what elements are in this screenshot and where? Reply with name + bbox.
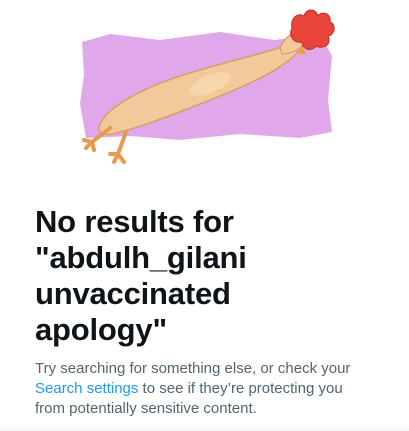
heading-line: apology" [35, 312, 167, 347]
search-settings-link[interactable]: Search settings [35, 380, 138, 397]
rubber-chicken-illustration [80, 9, 335, 164]
bottom-divider [0, 425, 409, 431]
search-empty-state: No results for "abdulh_gilani unvaccinat… [0, 0, 409, 431]
subtext-line-1: Try searching for something else, or che… [35, 360, 351, 377]
heading-line: "abdulh_gilani [35, 240, 247, 275]
no-results-heading: No results for "abdulh_gilani unvaccinat… [35, 204, 375, 348]
heading-line: No results for [35, 204, 234, 239]
subtext-line-3: from potentially sensitive content. [35, 400, 257, 417]
subtext-line-2: Search settings to see if they’re protec… [35, 379, 375, 399]
subtext-line-2-rest: to see if they’re protecting you [138, 380, 343, 397]
no-results-subtext: Try searching for something else, or che… [35, 359, 375, 419]
heading-line: unvaccinated [35, 276, 231, 311]
